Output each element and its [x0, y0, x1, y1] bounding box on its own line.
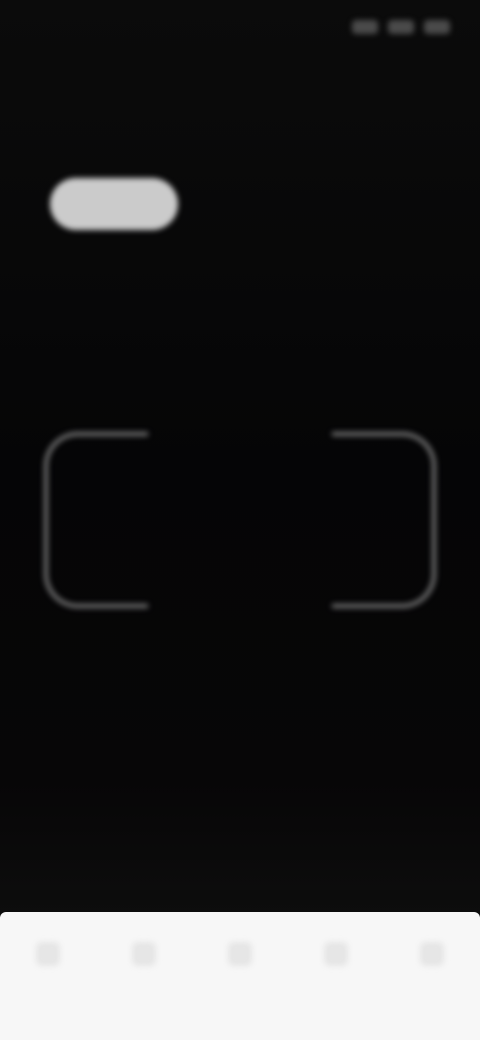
bottom-nav — [0, 942, 480, 992]
discover-icon — [132, 942, 156, 966]
battery-icon — [424, 20, 450, 34]
bottom-nav-item-5[interactable] — [402, 942, 462, 992]
mode-tab-2[interactable] — [178, 178, 294, 230]
bottom-nav-item-4[interactable] — [306, 942, 366, 992]
bottom-sheet — [0, 912, 480, 1040]
scan-frame-left-bracket — [44, 432, 148, 608]
mode-tab-1[interactable] — [50, 178, 178, 230]
scan-icon — [228, 942, 252, 966]
home-icon — [36, 942, 60, 966]
signal-icon — [352, 20, 378, 34]
status-bar — [0, 0, 480, 60]
scanner-screen — [0, 0, 480, 1040]
bottom-nav-item-3[interactable] — [210, 942, 270, 992]
messages-icon — [324, 942, 348, 966]
bottom-nav-item-1[interactable] — [18, 942, 78, 992]
mode-tab-3[interactable] — [294, 178, 410, 230]
profile-icon — [420, 942, 444, 966]
scan-frame-right-bracket — [332, 432, 436, 608]
mode-tabs — [50, 178, 410, 230]
scan-frame — [44, 432, 436, 608]
bottom-nav-item-2[interactable] — [114, 942, 174, 992]
wifi-icon — [388, 20, 414, 34]
status-icons — [352, 20, 450, 34]
